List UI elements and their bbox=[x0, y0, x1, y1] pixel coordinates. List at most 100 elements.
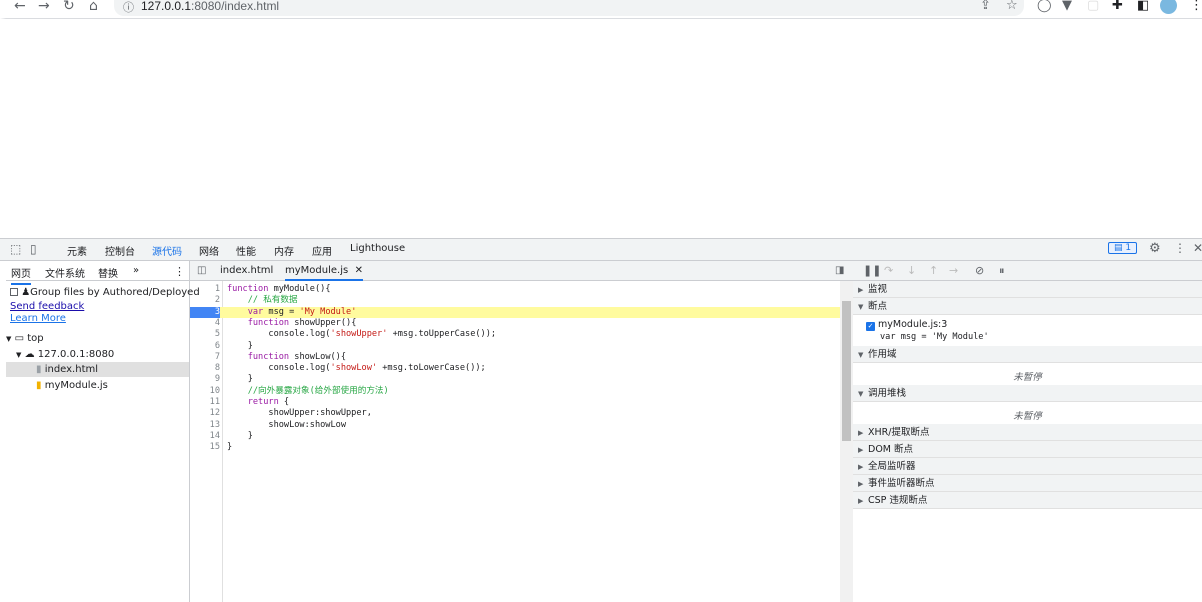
url-text[interactable]: 127.0.0.1:8080/index.html bbox=[141, 0, 279, 13]
back-icon[interactable]: ← bbox=[14, 0, 26, 14]
section-call-stack[interactable]: ▼ 调用堆栈 bbox=[853, 385, 1202, 402]
line-number[interactable]: 12 bbox=[190, 408, 220, 419]
pause-icon[interactable]: ❚❚ bbox=[863, 264, 881, 277]
code-line[interactable]: 13 showLow:showLow bbox=[190, 420, 840, 431]
tree-item-top[interactable]: ▼ ▭ top bbox=[6, 333, 44, 344]
step-out-icon[interactable]: ↑ bbox=[929, 264, 938, 277]
group-files-checkbox[interactable] bbox=[10, 288, 18, 296]
learn-more-link[interactable]: Learn More bbox=[10, 313, 66, 324]
share-icon[interactable]: ⇪ bbox=[980, 0, 991, 13]
tab-performance[interactable]: 性能 bbox=[236, 243, 256, 258]
settings-gear-icon[interactable]: ⚙ bbox=[1149, 241, 1161, 256]
issues-badge[interactable]: ▤ 1 bbox=[1108, 242, 1138, 254]
expand-arrow-icon[interactable]: ▼ bbox=[16, 351, 21, 359]
tab-memory[interactable]: 内存 bbox=[274, 243, 294, 258]
expand-arrow-icon[interactable]: ▼ bbox=[6, 335, 11, 343]
section-event-listener-breakpoints[interactable]: ▶ 事件监听器断点 bbox=[853, 475, 1202, 492]
bookmark-star-icon[interactable]: ☆ bbox=[1006, 0, 1018, 13]
code-line[interactable]: 2 // 私有数据 bbox=[190, 295, 840, 306]
inspect-element-icon[interactable]: ⬚ bbox=[10, 242, 21, 256]
tab-console[interactable]: 控制台 bbox=[105, 243, 135, 258]
code-line[interactable]: 7 function showLow(){ bbox=[190, 352, 840, 363]
code-line[interactable]: 12 showUpper:showUpper, bbox=[190, 408, 840, 419]
deactivate-breakpoints-icon[interactable]: ⊘ bbox=[975, 264, 984, 277]
code-line[interactable]: 6 } bbox=[190, 341, 840, 352]
section-scope[interactable]: ▼ 作用域 bbox=[853, 346, 1202, 363]
section-csp-breakpoints[interactable]: ▶ CSP 违规断点 bbox=[853, 492, 1202, 509]
tab-elements[interactable]: 元素 bbox=[67, 243, 87, 258]
tab-filesystem[interactable]: 文件系统 bbox=[45, 265, 85, 280]
extension-vue-icon[interactable]: ▼ bbox=[1062, 0, 1072, 13]
tab-network[interactable]: 网络 bbox=[199, 243, 219, 258]
step-into-icon[interactable]: ↓ bbox=[907, 264, 916, 277]
profile-avatar[interactable] bbox=[1160, 0, 1177, 14]
tab-sources[interactable]: 源代码 bbox=[152, 243, 182, 258]
extensions-puzzle-icon[interactable]: ✚ bbox=[1112, 0, 1123, 13]
line-number[interactable]: 4 bbox=[190, 318, 220, 329]
pause-on-exceptions-icon[interactable]: ⏸ bbox=[999, 264, 1005, 278]
extension-blank-icon[interactable]: ▢ bbox=[1087, 0, 1099, 13]
browser-menu-icon[interactable]: ⋮ bbox=[1190, 0, 1202, 13]
line-number[interactable]: 11 bbox=[190, 397, 220, 408]
code-line[interactable]: 10 //向外暴露对象(给外部使用的方法) bbox=[190, 386, 840, 397]
close-tab-icon[interactable]: ✕ bbox=[355, 265, 363, 276]
tab-application[interactable]: 应用 bbox=[312, 243, 332, 258]
line-number[interactable]: 15 bbox=[190, 442, 220, 453]
group-files-option[interactable]: ♟Group files by Authored/Deployed bbox=[10, 287, 200, 298]
devtools-menu-icon[interactable]: ⋮ bbox=[1174, 241, 1186, 255]
section-global-listeners[interactable]: ▶ 全局监听器 bbox=[853, 458, 1202, 475]
line-number[interactable]: 6 bbox=[190, 341, 220, 352]
line-number[interactable]: 2 bbox=[190, 295, 220, 306]
line-number[interactable]: 1 bbox=[190, 284, 220, 295]
tab-overrides[interactable]: 替换 bbox=[98, 265, 118, 280]
line-number[interactable]: 5 bbox=[190, 329, 220, 340]
line-number[interactable]: 7 bbox=[190, 352, 220, 363]
breakpoint-entry[interactable]: ✓ myModule.js:3 bbox=[866, 319, 947, 331]
send-feedback-link[interactable]: Send feedback bbox=[10, 301, 84, 312]
section-xhr-breakpoints[interactable]: ▶ XHR/提取断点 bbox=[853, 424, 1202, 441]
section-breakpoints[interactable]: ▼ 断点 bbox=[853, 298, 1202, 315]
code-editor[interactable]: 1 function myModule(){2 // 私有数据 3 var msg … bbox=[190, 281, 840, 602]
info-icon[interactable]: ⓘ bbox=[123, 0, 134, 15]
code-line-paused-breakpoint[interactable]: 3 var msg = 'My Module' bbox=[190, 306, 840, 318]
editor-tab-index-html[interactable]: index.html bbox=[220, 265, 273, 276]
code-line[interactable]: 4 function showUpper(){ bbox=[190, 318, 840, 329]
line-number[interactable]: 14 bbox=[190, 431, 220, 442]
side-panel-icon[interactable]: ◧ bbox=[1137, 0, 1149, 13]
code-line[interactable]: 9 } bbox=[190, 374, 840, 385]
device-toolbar-icon[interactable]: ▯ bbox=[30, 242, 37, 256]
tab-page[interactable]: 网页 bbox=[11, 265, 31, 285]
reload-icon[interactable]: ↻ bbox=[63, 0, 75, 14]
breakpoint-checkbox[interactable]: ✓ bbox=[866, 322, 875, 331]
section-dom-breakpoints[interactable]: ▶ DOM 断点 bbox=[853, 441, 1202, 458]
tree-item-mymodule-js[interactable]: ▮ myModule.js bbox=[36, 380, 108, 391]
line-number[interactable]: 10 bbox=[190, 386, 220, 397]
navigator-menu-icon[interactable]: ⋮ bbox=[174, 265, 185, 278]
code-line[interactable]: 14 } bbox=[190, 431, 840, 442]
home-icon[interactable]: ⌂ bbox=[89, 0, 98, 14]
code-line[interactable]: 8 console.log('showLow' +msg.toLowerCase… bbox=[190, 363, 840, 374]
section-watch[interactable]: ▶ 监视 bbox=[853, 281, 1202, 298]
code-line[interactable]: 1 function myModule(){ bbox=[190, 284, 840, 295]
forward-icon[interactable]: → bbox=[38, 0, 50, 14]
extension-circle-icon[interactable]: ◯ bbox=[1037, 0, 1052, 13]
toggle-navigator-icon[interactable]: ◫ bbox=[197, 265, 206, 276]
toggle-debugger-icon[interactable]: ◨ bbox=[835, 265, 844, 276]
line-number[interactable]: 13 bbox=[190, 420, 220, 431]
line-number[interactable]: 9 bbox=[190, 374, 220, 385]
tree-item-index-html[interactable]: ▮ index.html bbox=[36, 364, 98, 375]
scrollbar-thumb[interactable] bbox=[842, 301, 851, 441]
more-tabs-button[interactable]: » bbox=[133, 265, 139, 276]
tree-item-host[interactable]: ▼ ☁ 127.0.0.1:8080 bbox=[16, 349, 114, 360]
editor-tab-mymodule-js[interactable]: myModule.js ✕ bbox=[285, 265, 363, 281]
code-line[interactable]: 5 console.log('showUpper' +msg.toUpperCa… bbox=[190, 329, 840, 340]
code-line[interactable]: 15} bbox=[190, 442, 840, 453]
line-number[interactable]: 8 bbox=[190, 363, 220, 374]
step-over-icon[interactable]: ↷ bbox=[884, 264, 893, 277]
editor-scrollbar[interactable] bbox=[840, 281, 853, 602]
code-line[interactable]: 11 return { bbox=[190, 397, 840, 408]
close-devtools-icon[interactable]: ✕ bbox=[1193, 241, 1202, 255]
step-icon[interactable]: → bbox=[949, 264, 958, 277]
tab-lighthouse[interactable]: Lighthouse bbox=[350, 243, 405, 254]
breakpoint-marker[interactable]: 3 bbox=[190, 306, 220, 318]
